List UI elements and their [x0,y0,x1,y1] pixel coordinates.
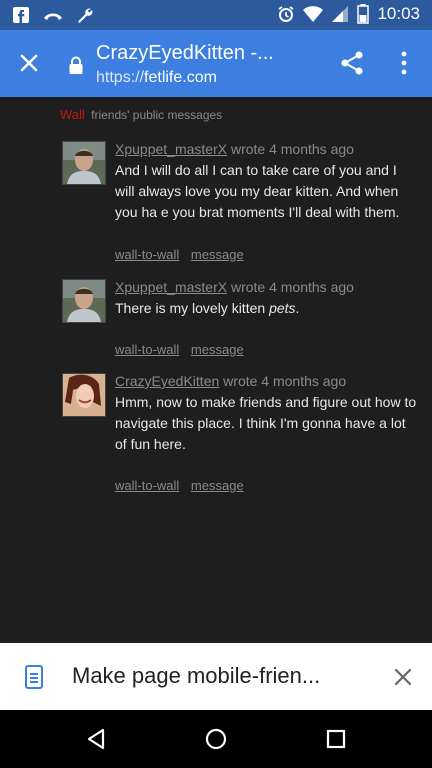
url-host: fetlife.com [144,69,217,86]
post-body: And I will do all I can to take care of … [115,162,400,220]
post-body: Hmm, now to make friends and figure out … [115,394,417,452]
post-time: wrote 4 months ago [223,373,347,389]
message-link[interactable]: message [191,342,244,357]
post-text-tail: . [295,300,300,316]
author-link[interactable]: Xpuppet_masterX [115,141,227,157]
browser-toolbar: CrazyEyedKitten -... https://fetlife.com [0,30,432,97]
close-icon[interactable] [16,50,42,76]
mobile-friendly-banner[interactable]: Make page mobile-frien... [0,643,432,710]
wrench-icon [78,8,93,23]
wall-post: Xpuppet_masterX wrote 4 months ago There… [62,279,422,369]
wall-post: CrazyEyedKitten wrote 4 months ago Hmm, … [62,373,422,503]
avatar[interactable] [62,373,106,417]
share-icon[interactable] [340,50,364,76]
message-link[interactable]: message [191,247,244,262]
wifi-icon [303,6,324,22]
wall-label: Wall [60,107,85,122]
lock-icon [69,56,83,74]
page-title: CrazyEyedKitten -... [96,42,274,64]
facebook-icon [13,7,29,23]
signal-icon [332,6,349,22]
post-emphasis: pets [269,300,296,316]
more-options-icon[interactable] [398,50,410,76]
post-body: There is my lovely kitten pets. [115,298,420,319]
message-link[interactable]: message [191,478,244,493]
wall-header: Wall friends' public messages [60,107,222,122]
page-url[interactable]: https://fetlife.com [96,69,217,87]
back-icon[interactable] [84,727,108,751]
system-nav-bar [0,710,432,768]
status-bar: 10:03 [0,0,432,30]
author-link[interactable]: CrazyEyedKitten [115,373,219,389]
wall-post: Xpuppet_masterX wrote 4 months ago And I… [62,141,422,271]
post-meta: CrazyEyedKitten wrote 4 months ago [115,373,346,389]
url-scheme: https:// [96,69,145,86]
post-actions: wall-to-wall message [115,342,252,357]
wall-to-wall-link[interactable]: wall-to-wall [115,342,179,357]
battery-icon [357,4,370,24]
wall-to-wall-link[interactable]: wall-to-wall [115,247,179,262]
voicemail-icon [44,13,62,20]
post-meta: Xpuppet_masterX wrote 4 months ago [115,141,354,157]
dismiss-icon[interactable] [393,667,413,687]
mobile-friendly-text[interactable]: Make page mobile-frien... [72,663,320,689]
post-time: wrote 4 months ago [230,279,354,295]
document-icon [25,665,43,689]
clock-time: 10:03 [377,4,420,23]
home-icon[interactable] [204,727,228,751]
post-text: There is my lovely kitten [115,300,270,316]
wall-subtitle: friends' public messages [91,108,223,122]
wall-to-wall-link[interactable]: wall-to-wall [115,478,179,493]
page-content: Wall friends' public messages Xpuppet_ma… [0,97,432,643]
post-meta: Xpuppet_masterX wrote 4 months ago [115,279,354,295]
alarm-icon [278,6,294,22]
author-link[interactable]: Xpuppet_masterX [115,279,227,295]
avatar[interactable] [62,279,106,323]
avatar[interactable] [62,141,106,185]
post-time: wrote 4 months ago [230,141,354,157]
recents-icon[interactable] [324,727,348,751]
post-actions: wall-to-wall message [115,478,252,493]
post-actions: wall-to-wall message [115,247,252,262]
